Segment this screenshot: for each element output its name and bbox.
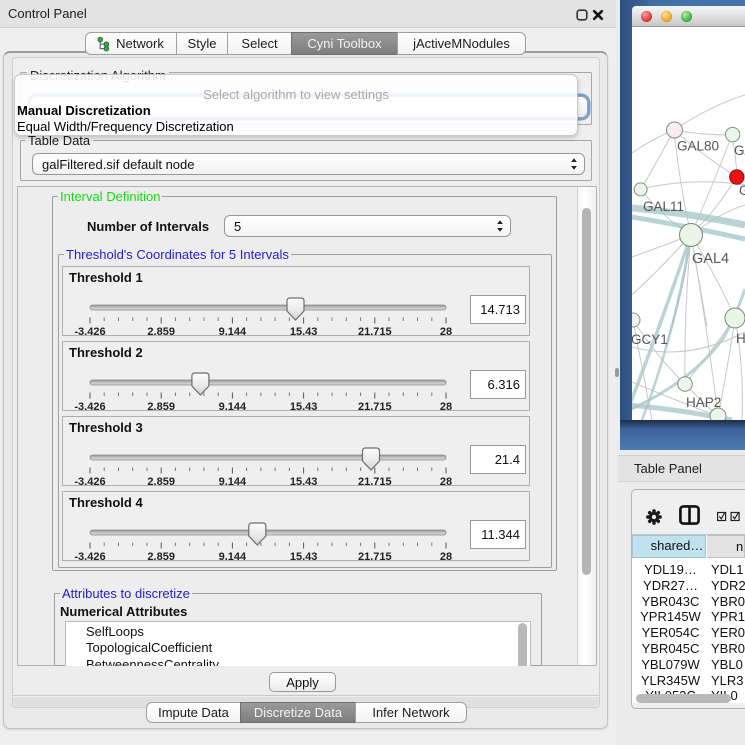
svg-text:G: G	[739, 183, 745, 198]
svg-text:GCY1: GCY1	[632, 332, 668, 347]
svg-text:H: H	[736, 331, 745, 346]
svg-text:28: 28	[440, 326, 452, 338]
svg-text:15.43: 15.43	[290, 476, 318, 488]
svg-text:2.859: 2.859	[147, 326, 175, 338]
svg-text:21.715: 21.715	[358, 476, 392, 488]
svg-text:21.715: 21.715	[358, 551, 392, 563]
svg-text:GA: GA	[734, 143, 745, 158]
svg-text:9.144: 9.144	[219, 401, 247, 413]
svg-text:21.715: 21.715	[358, 326, 392, 338]
svg-text:28: 28	[440, 476, 452, 488]
svg-text:9.144: 9.144	[219, 551, 247, 563]
svg-text:2.859: 2.859	[147, 551, 175, 563]
svg-text:GAL80: GAL80	[677, 139, 719, 154]
svg-text:15.43: 15.43	[290, 401, 318, 413]
svg-text:GAL11: GAL11	[643, 199, 684, 214]
svg-text:-3.426: -3.426	[74, 326, 105, 338]
svg-text:2.859: 2.859	[147, 476, 175, 488]
svg-text:28: 28	[440, 401, 452, 413]
svg-text:9.144: 9.144	[219, 476, 247, 488]
svg-text:28: 28	[440, 551, 452, 563]
svg-text:15.43: 15.43	[290, 551, 318, 563]
svg-text:-3.426: -3.426	[74, 401, 105, 413]
svg-text:HAP2: HAP2	[686, 395, 721, 410]
svg-text:GAL4: GAL4	[692, 251, 729, 267]
svg-text:-3.426: -3.426	[74, 476, 105, 488]
svg-text:21.715: 21.715	[358, 401, 392, 413]
svg-text:-3.426: -3.426	[74, 551, 105, 563]
svg-text:15.43: 15.43	[290, 326, 318, 338]
svg-text:9.144: 9.144	[219, 326, 247, 338]
svg-text:2.859: 2.859	[147, 401, 175, 413]
